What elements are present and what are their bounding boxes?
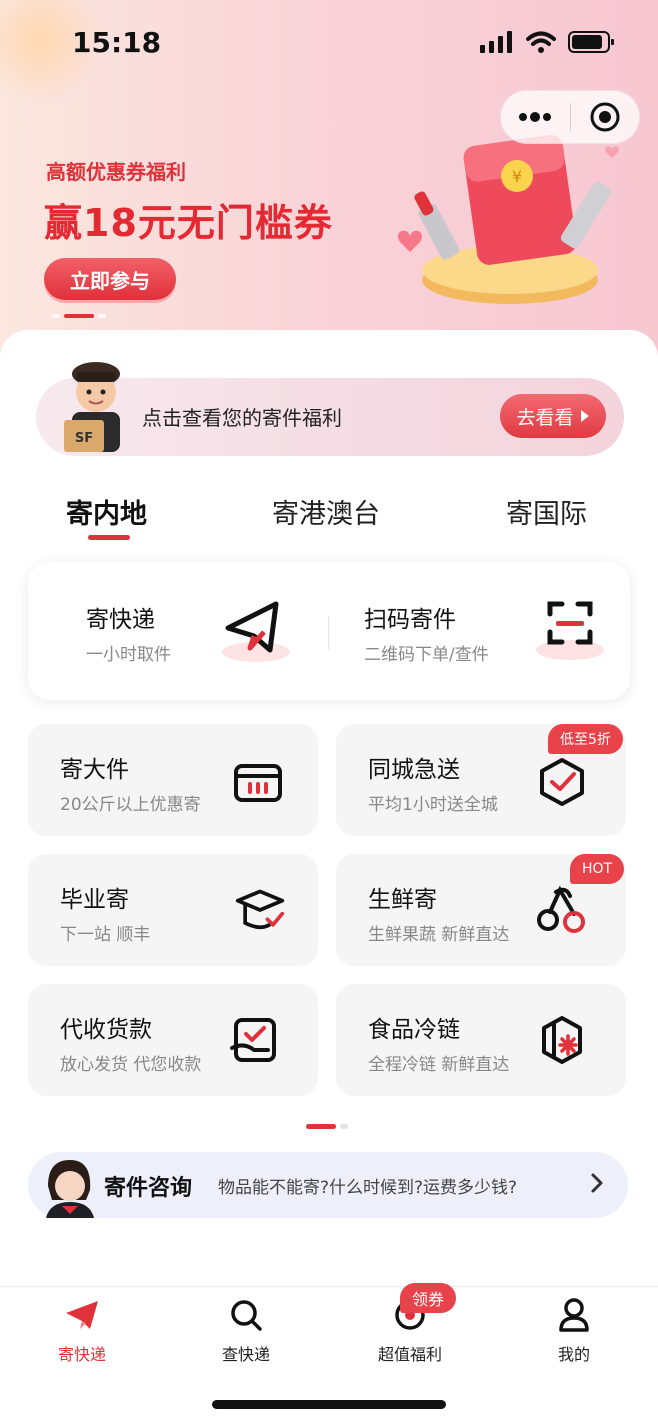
tabbar-track[interactable]: 查快递 <box>186 1297 306 1365</box>
service-title: 生鲜寄 <box>368 887 437 913</box>
service-title: 毕业寄 <box>60 887 129 913</box>
go-see-button[interactable]: 去看看 <box>500 394 606 438</box>
svg-text:SF: SF <box>75 431 93 446</box>
user-icon <box>559 1298 589 1332</box>
search-icon <box>231 1300 262 1331</box>
battery-icon <box>568 31 614 53</box>
tabbar-label: 我的 <box>557 1345 590 1364</box>
service-pagination <box>306 1124 348 1129</box>
scan-send-button[interactable]: 扫码寄件 二维码下单/查件 <box>330 562 630 700</box>
tabbar-label: 寄快递 <box>57 1345 106 1364</box>
tabbar-label: 超值福利 <box>377 1345 442 1364</box>
svg-text:¥: ¥ <box>512 167 522 186</box>
box-icon <box>234 764 282 802</box>
hot-badge: HOT <box>570 854 625 884</box>
agent-avatar <box>46 1160 94 1218</box>
courier-mascot-icon: SF <box>64 362 120 452</box>
more-options-button[interactable] <box>501 91 570 143</box>
banner-title: 赢18元无门槛券 <box>44 201 333 245</box>
cherry-icon <box>537 885 585 933</box>
target-icon <box>590 102 620 132</box>
send-express-sub: 一小时取件 <box>86 645 171 665</box>
snowflake-box-icon <box>542 1016 582 1064</box>
tab-mainland[interactable]: 寄内地 <box>66 492 147 531</box>
service-sub: 平均1小时送全城 <box>368 795 498 815</box>
quick-actions-card: 寄快递 一小时取件 扫码寄件 二维码下单/查件 <box>28 562 630 700</box>
tabbar-send[interactable]: 寄快递 <box>22 1297 142 1365</box>
service-cod[interactable]: 代收货款 放心发货 代您收款 <box>28 984 318 1096</box>
hex-check-icon <box>540 758 584 806</box>
region-tabs: 寄内地 寄港澳台 寄国际 <box>0 492 658 544</box>
tab-underline <box>88 535 130 540</box>
send-icon <box>66 1301 98 1329</box>
tabbar-label: 查快递 <box>221 1345 270 1364</box>
consult-banner[interactable]: 寄件咨询 物品能不能寄?什么时候到?运费多少钱? <box>28 1152 628 1218</box>
tabbar-mine[interactable]: 我的 <box>514 1297 634 1365</box>
coupon-badge: 领券 <box>400 1283 457 1313</box>
chevron-right-icon <box>591 1173 603 1193</box>
red-envelope-illustration: ¥ <box>397 135 619 304</box>
status-time: 15:18 <box>72 26 162 59</box>
join-now-button[interactable]: 立即参与 <box>44 258 176 300</box>
scan-icon <box>536 601 604 660</box>
home-indicator <box>212 1400 446 1409</box>
wifi-icon <box>526 31 556 53</box>
signal-icon <box>480 31 512 53</box>
service-sub: 放心发货 代您收款 <box>60 1055 202 1075</box>
banner-subtitle: 高额优惠券福利 <box>46 160 186 184</box>
more-dots-icon <box>519 112 552 122</box>
service-sub: 下一站 顺丰 <box>60 925 151 945</box>
scan-send-title: 扫码寄件 <box>364 607 456 633</box>
go-see-label: 去看看 <box>516 406 574 429</box>
consult-sub: 物品能不能寄?什么时候到?运费多少钱? <box>218 1178 518 1198</box>
banner-pagination <box>52 314 106 318</box>
service-title: 同城急送 <box>368 757 460 783</box>
cash-hand-icon <box>230 1018 276 1062</box>
service-sub: 生鲜果蔬 新鲜直达 <box>368 925 510 945</box>
tab-international[interactable]: 寄国际 <box>506 492 587 531</box>
welfare-text: 点击查看您的寄件福利 <box>142 406 342 430</box>
service-graduation[interactable]: 毕业寄 下一站 顺丰 <box>28 854 318 966</box>
paper-plane-icon <box>222 601 290 662</box>
service-large-item[interactable]: 寄大件 20公斤以上优惠寄 <box>28 724 318 836</box>
status-icons <box>480 30 614 54</box>
quick-divider <box>328 616 329 650</box>
tab-hk-macao-taiwan[interactable]: 寄港澳台 <box>272 492 380 531</box>
service-sub: 全程冷链 新鲜直达 <box>368 1055 510 1075</box>
graduation-cap-icon <box>235 889 285 930</box>
send-express-title: 寄快递 <box>86 607 155 633</box>
service-title: 寄大件 <box>60 757 129 783</box>
scan-send-sub: 二维码下单/查件 <box>364 645 489 665</box>
close-miniapp-button[interactable] <box>571 91 640 143</box>
service-cold-chain[interactable]: 食品冷链 全程冷链 新鲜直达 <box>336 984 626 1096</box>
service-sub: 20公斤以上优惠寄 <box>60 795 201 815</box>
discount-badge: 低至5折 <box>548 724 623 754</box>
miniapp-capsule <box>500 90 640 144</box>
send-express-button[interactable]: 寄快递 一小时取件 <box>28 562 328 700</box>
service-title: 代收货款 <box>60 1017 152 1043</box>
play-arrow-icon <box>580 410 589 422</box>
consult-title: 寄件咨询 <box>104 1176 193 1201</box>
service-title: 食品冷链 <box>368 1017 460 1043</box>
